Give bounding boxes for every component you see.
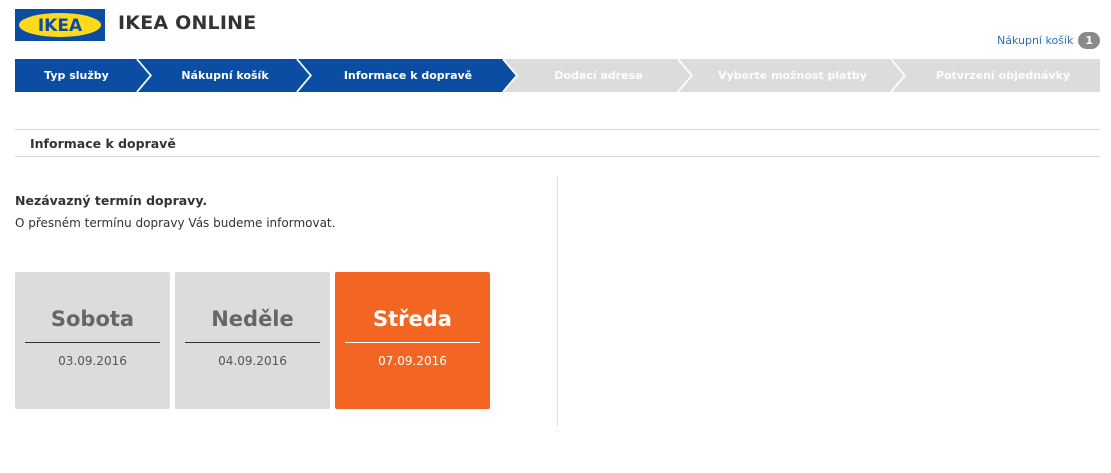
day-card-sobota[interactable]: Sobota 03.09.2016 xyxy=(15,272,170,409)
day-date: 04.09.2016 xyxy=(218,354,287,368)
column-divider xyxy=(557,176,558,426)
day-name: Středa xyxy=(373,307,452,331)
day-divider xyxy=(25,342,160,343)
day-card-nedele[interactable]: Neděle 04.09.2016 xyxy=(175,272,330,409)
day-card-streda[interactable]: Středa 07.09.2016 xyxy=(335,272,490,409)
section-title-bar: Informace k dopravě xyxy=(15,129,1100,157)
delivery-date-panel: Nezávazný termín dopravy. O přesném term… xyxy=(15,176,555,426)
header: IKEA IKEA ONLINE Nákupní košík 1 xyxy=(0,0,1111,58)
logo-text: IKEA xyxy=(38,16,83,36)
step-2[interactable]: Nákupní košík xyxy=(152,59,298,92)
delivery-info-text: O přesném termínu dopravy Vás budeme inf… xyxy=(15,216,336,230)
step-1[interactable]: Typ služby xyxy=(15,59,138,92)
day-date: 03.09.2016 xyxy=(58,354,127,368)
checkout-steps: Typ služby Nákupní košík Informace k dopra… xyxy=(15,59,1100,92)
day-divider xyxy=(185,342,320,343)
step-5[interactable]: Vyberte možnost platby xyxy=(693,59,892,92)
cart-link[interactable]: Nákupní košík 1 xyxy=(997,32,1100,49)
day-name: Sobota xyxy=(50,307,135,331)
site-title: IKEA ONLINE xyxy=(118,12,257,34)
ikea-logo[interactable]: IKEA xyxy=(15,9,105,41)
day-date: 07.09.2016 xyxy=(378,354,447,368)
delivery-subheading: Nezávazný termín dopravy. xyxy=(15,193,208,208)
day-divider xyxy=(345,342,480,343)
step-4[interactable]: Dodací adresa xyxy=(518,59,679,92)
cart-count-badge: 1 xyxy=(1078,32,1100,49)
cart-label[interactable]: Nákupní košík xyxy=(997,34,1073,47)
day-name: Neděle xyxy=(211,307,294,331)
section-title: Informace k dopravě xyxy=(30,136,176,151)
step-6[interactable]: Potvrzení objednávky xyxy=(906,59,1100,92)
step-3[interactable]: Informace k dopravě xyxy=(312,59,504,92)
